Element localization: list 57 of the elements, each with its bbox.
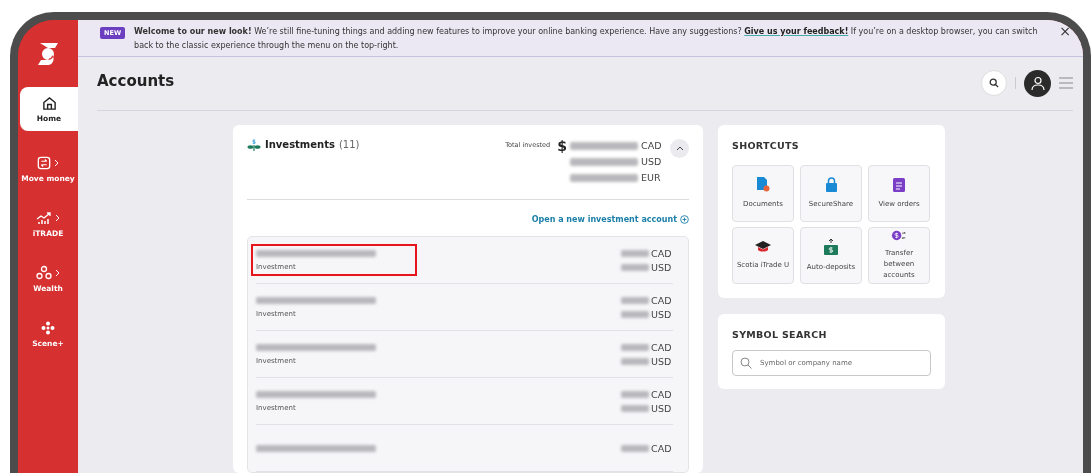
section-title: SHORTCUTS xyxy=(732,140,800,151)
open-account-link[interactable]: Open a new investment account xyxy=(531,215,689,224)
account-count: (11) xyxy=(338,139,360,150)
currency-exchange-icon xyxy=(890,230,908,241)
banner-message: Welcome to our new look! We’re still fine-tuning things and adding new features to improve your online banking experience. Have any suggestions? Give us your feedback! If you’re on a desktop browser, you can switch back to the classic experience through the menu on the top-right. xyxy=(134,26,1039,52)
chart-icon xyxy=(36,210,52,225)
currency-code: CAD xyxy=(651,341,673,353)
currency-code: EUR xyxy=(641,172,662,183)
redacted-amount xyxy=(621,343,649,351)
redacted-amount xyxy=(621,249,649,257)
currency-code: CAD xyxy=(651,388,673,400)
bank-logo-icon xyxy=(36,40,60,67)
redacted-amount xyxy=(570,141,638,150)
transfer-icon xyxy=(37,155,51,170)
currency-symbol: $ xyxy=(557,137,567,154)
redacted-amount xyxy=(570,173,638,182)
lock-icon xyxy=(824,177,838,192)
account-row[interactable]: CAD xyxy=(256,425,673,472)
search-icon xyxy=(989,78,999,89)
graduation-cap-icon xyxy=(755,240,771,253)
chevron-icon xyxy=(675,146,684,151)
currency-code: USD xyxy=(641,156,663,167)
search-button[interactable] xyxy=(981,70,1007,97)
currency-code: CAD xyxy=(651,247,673,259)
currency-code: CAD xyxy=(651,294,673,306)
section-title: SYMBOL SEARCH xyxy=(732,329,828,340)
profile-button[interactable] xyxy=(1024,69,1051,97)
redacted-amount xyxy=(570,157,638,166)
chevron-right-icon xyxy=(55,268,60,277)
currency-code: USD xyxy=(651,308,673,320)
currency-code: USD xyxy=(651,402,673,414)
redacted-amount xyxy=(621,404,649,412)
redacted-amount xyxy=(621,263,649,271)
close-button[interactable]: × xyxy=(1059,25,1071,37)
chevron-right-icon xyxy=(55,213,60,222)
redacted-amount xyxy=(621,357,649,365)
clipboard-icon xyxy=(893,177,905,192)
document-icon xyxy=(756,177,770,192)
redacted-amount xyxy=(621,390,649,398)
currency-code: USD xyxy=(651,355,673,367)
redacted-amount xyxy=(621,296,649,304)
currency-code: USD xyxy=(651,261,673,273)
currency-code: CAD xyxy=(641,140,663,151)
currency-code: CAD xyxy=(651,442,673,454)
chevron-right-icon xyxy=(54,158,59,167)
person-icon xyxy=(1029,75,1046,92)
plus-circle-icon xyxy=(680,215,689,224)
redacted-amount xyxy=(621,444,649,452)
plant-icon xyxy=(247,139,261,151)
plus-dots-icon xyxy=(41,320,55,335)
money-arrow-icon xyxy=(824,238,838,255)
card-title: Investments xyxy=(265,139,335,150)
page-title: Accounts xyxy=(97,72,175,91)
people-icon xyxy=(36,265,52,280)
feedback-link[interactable]: Give us your feedback! xyxy=(744,27,849,36)
redacted-amount xyxy=(621,310,649,318)
home-icon xyxy=(41,95,57,111)
